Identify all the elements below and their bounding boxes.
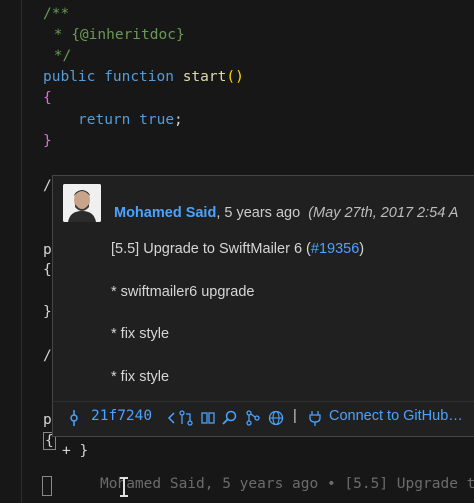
- function-name: start: [182, 69, 227, 85]
- graph-icon[interactable]: [245, 410, 261, 426]
- comment-text: * {@inheritdoc}: [45, 27, 185, 43]
- commit-date: (May 27th, 2017 2:54 A: [308, 205, 459, 221]
- indent-guide: [21, 0, 22, 503]
- partial-text: p: [43, 242, 52, 258]
- plug-icon: [309, 411, 321, 426]
- close-brace: }: [43, 133, 52, 149]
- author-link[interactable]: Mohamed Said: [114, 205, 216, 221]
- diff-icon[interactable]: [178, 410, 194, 426]
- code-line: {: [43, 88, 52, 109]
- comment-text: /**: [43, 6, 70, 22]
- semicolon: ;: [174, 112, 183, 128]
- search-icon[interactable]: [222, 410, 238, 426]
- partial-text: /: [43, 348, 52, 364]
- avatar: [63, 184, 101, 222]
- commit-sha-link[interactable]: 21f7240: [91, 408, 152, 424]
- code-line: /**: [43, 4, 69, 25]
- code-line: */: [45, 46, 71, 67]
- bullet-text: * swiftmailer6 upgrade: [111, 284, 255, 300]
- partial-code: /: [43, 348, 52, 364]
- message-text: [5.5] Upgrade to SwiftMailer 6 (: [111, 241, 311, 257]
- partial-text: /: [43, 178, 52, 194]
- diff-line: + }: [62, 441, 88, 462]
- keyword-function: function: [104, 69, 174, 85]
- partial-text: {: [43, 262, 52, 278]
- commit-header: Mohamed Said, 5 years ago (May 27th, 201…: [114, 205, 458, 221]
- relative-time: , 5 years ago: [216, 205, 301, 221]
- commit-icon: [70, 410, 78, 426]
- comment-text: */: [45, 48, 72, 64]
- partial-text: p: [43, 412, 52, 428]
- keyword-true: true: [139, 112, 175, 128]
- partial-text: }: [43, 304, 52, 320]
- code-line: }: [43, 131, 52, 152]
- open-brace: {: [43, 90, 52, 106]
- commit-bullet: * fix style: [111, 369, 169, 385]
- keyword-public: public: [43, 69, 96, 85]
- commit-bullet: * swiftmailer6 upgrade: [111, 284, 254, 300]
- partial-code: p: [43, 242, 52, 258]
- inline-blame: Mohamed Said, 5 years ago • [5.5] Upgrad…: [100, 476, 474, 492]
- inline-blame-text: Mohamed Said, 5 years ago • [5.5] Upgrad…: [100, 476, 474, 492]
- compare-icon[interactable]: [200, 410, 216, 426]
- previous-icon[interactable]: [167, 411, 177, 425]
- diff-text: + }: [62, 443, 89, 459]
- connect-github-link[interactable]: Connect to GitHub…: [329, 408, 463, 424]
- commit-bullet: * fix style: [111, 326, 169, 342]
- parens: (): [226, 69, 244, 85]
- globe-icon[interactable]: [268, 410, 284, 426]
- keyword-return: return: [78, 112, 131, 128]
- message-text: ): [359, 241, 365, 257]
- text-cursor-icon: [120, 477, 128, 497]
- hover-actions-bar: 21f7240 | Connect to GitHub…: [53, 406, 474, 430]
- separator: |: [293, 408, 297, 424]
- blame-hover-card: Mohamed Said, 5 years ago (May 27th, 201…: [52, 175, 474, 437]
- divider: [53, 401, 474, 402]
- pr-link[interactable]: #19356: [311, 241, 359, 257]
- partial-code: /: [43, 178, 52, 194]
- bullet-text: * fix style: [111, 326, 170, 342]
- bullet-text: * fix style: [111, 369, 170, 385]
- commit-message: [5.5] Upgrade to SwiftMailer 6 (#19356): [111, 241, 364, 257]
- bracket-match-box: [42, 476, 52, 496]
- partial-code: {: [43, 262, 52, 278]
- partial-code: }: [43, 304, 52, 320]
- code-line: * {@inheritdoc}: [45, 25, 185, 46]
- code-line: return true;: [78, 110, 183, 131]
- partial-code: p: [43, 412, 52, 428]
- code-line: public function start(): [43, 67, 244, 88]
